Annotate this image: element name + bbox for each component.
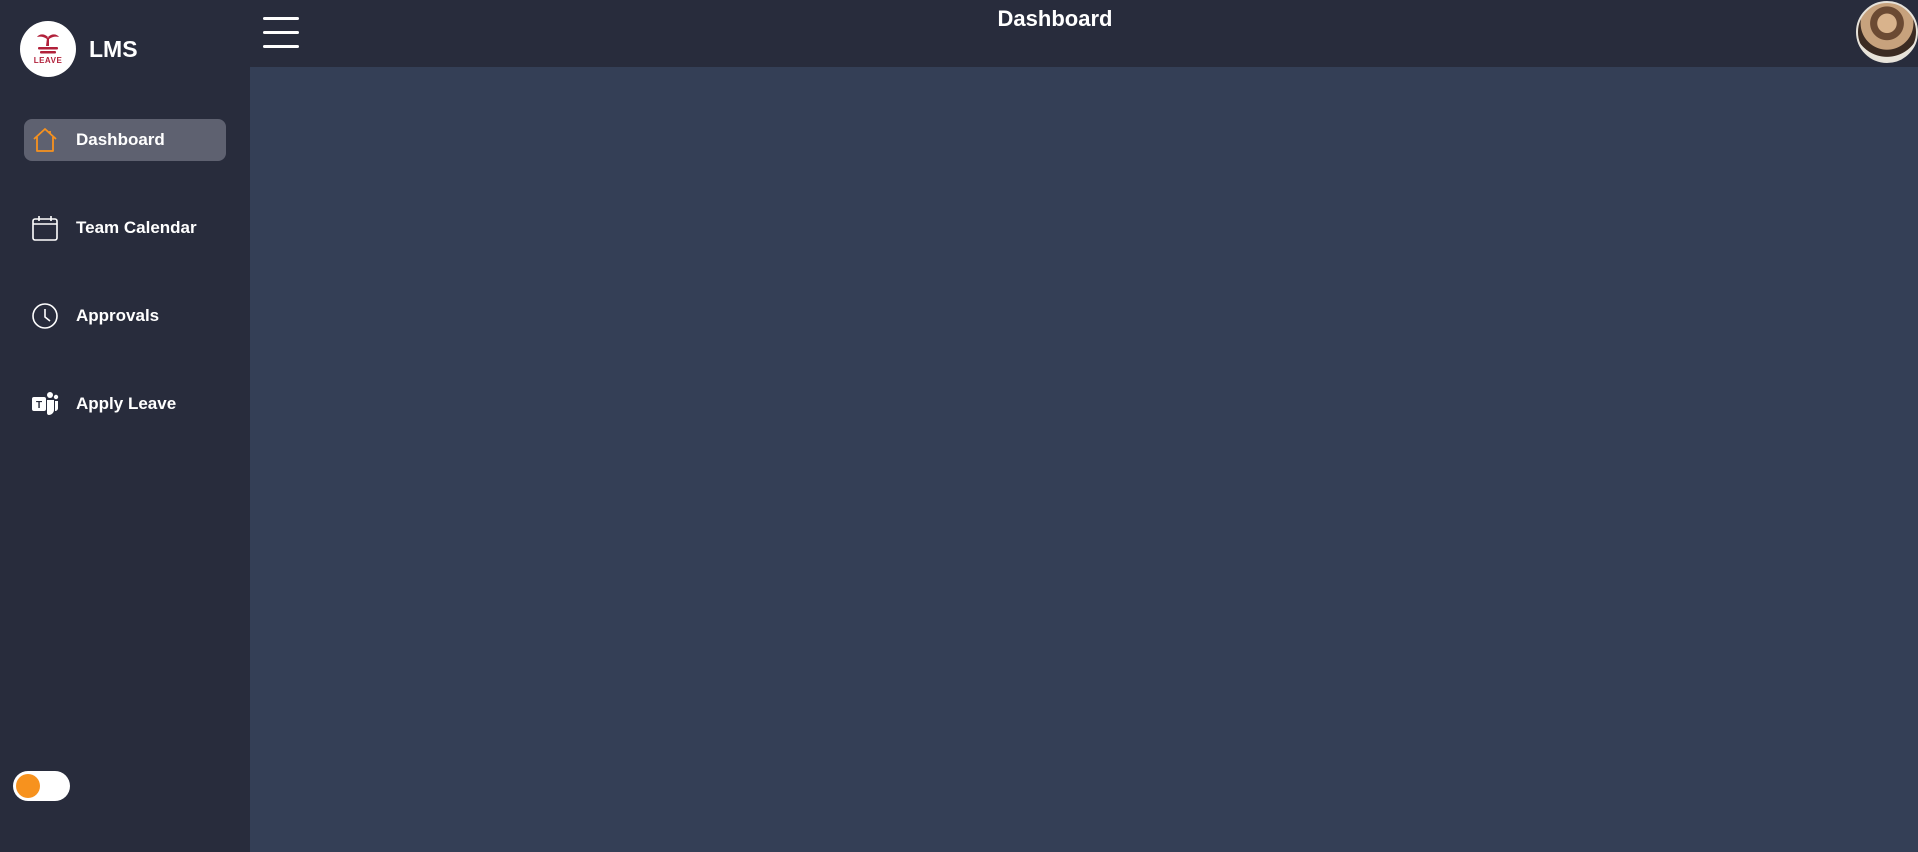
page-title: Dashboard	[997, 6, 1113, 31]
top-header: Dashboard	[250, 0, 1918, 67]
sidebar-item-label: Apply Leave	[76, 394, 177, 413]
clock-icon	[30, 301, 60, 331]
toggle-knob	[16, 774, 40, 798]
sidebar-item-label: Dashboard	[76, 130, 165, 149]
sidebar-item-dashboard[interactable]: Dashboard	[24, 119, 226, 161]
user-avatar[interactable]	[1856, 1, 1918, 63]
sidebar: LEAVE LMS Dashboard Team Calendar Approv…	[0, 0, 250, 852]
main-content	[250, 67, 1918, 852]
sidebar-item-label: Team Calendar	[76, 218, 197, 237]
sidebar-item-label: Approvals	[76, 306, 160, 325]
brand[interactable]: LEAVE LMS	[20, 21, 138, 77]
teams-icon: T	[30, 389, 60, 419]
sidebar-item-team-calendar[interactable]: Team Calendar	[24, 207, 226, 249]
sidebar-item-approvals[interactable]: Approvals	[24, 295, 226, 337]
app-window: LEAVE LMS Dashboard Team Calendar Approv…	[0, 0, 1918, 852]
sidebar-nav: Dashboard Team Calendar Approvals T Appl…	[24, 119, 226, 471]
logo-label: LEAVE	[33, 56, 63, 65]
lms-logo: LEAVE	[20, 21, 76, 77]
svg-text:T: T	[36, 400, 42, 411]
home-icon	[30, 125, 60, 155]
palm-tree-logo-icon	[37, 34, 59, 54]
theme-toggle[interactable]	[13, 771, 70, 801]
app-name: LMS	[89, 35, 138, 62]
sidebar-item-apply-leave[interactable]: T Apply Leave	[24, 383, 226, 425]
calendar-icon	[30, 213, 60, 243]
